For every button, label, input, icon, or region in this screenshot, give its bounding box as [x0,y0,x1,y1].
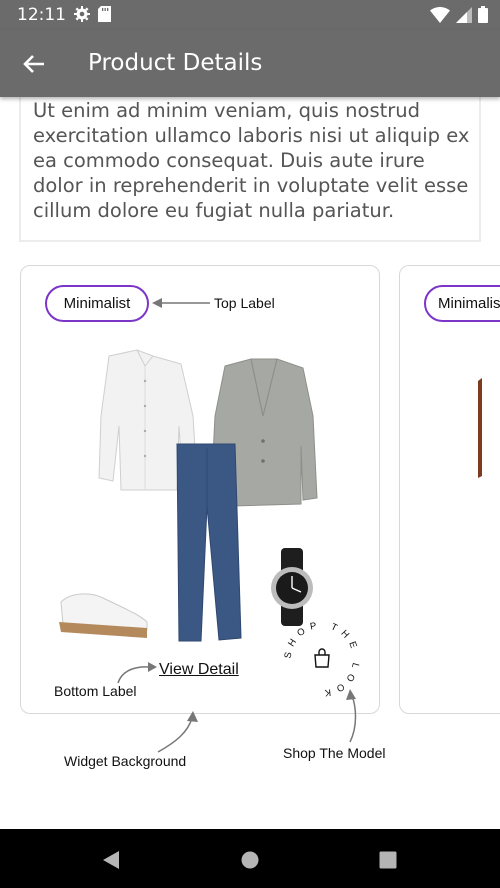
triangle-back-icon [103,851,119,869]
status-bar: 12:11 [0,0,500,30]
app-bar: Product Details [0,30,500,97]
sd-card-icon [98,6,111,22]
arrow-left-icon [23,55,44,73]
circle-home-icon [241,851,259,869]
signal-icon [456,6,472,23]
annotation-top-label: Top Label [214,295,275,311]
page-title: Product Details [88,50,263,76]
widget-background-arrow [157,711,198,753]
shop-the-look-text: SHOP THE LOOK [283,620,356,699]
white-sneaker-image [59,593,148,638]
view-detail-link[interactable]: View Detail [159,661,239,679]
battery-icon [478,6,488,23]
status-time: 12:11 [17,5,66,25]
widget-card[interactable]: Minimalist [399,265,500,714]
navigation-bar [0,829,500,888]
outfit-image [478,378,482,478]
description-text: Ut enim ad minim veniam, quis nostrud ex… [33,99,470,222]
shop-the-look-badge: SHOP THE LOOK [283,620,362,699]
annotation-shop-the-model: Shop The Model [283,745,386,761]
nav-home-button[interactable] [238,848,262,872]
shopping-bag-icon [314,648,330,668]
annotation-widget-background: Widget Background [64,753,187,769]
back-button[interactable] [18,48,50,80]
nav-recents-button[interactable] [376,848,400,872]
navy-trousers-image [176,443,242,642]
settings-icon [74,6,90,22]
svg-text:SHOP THE LOOK: SHOP THE LOOK [283,620,362,699]
shop-the-look-button[interactable]: SHOP THE LOOK [281,618,363,700]
annotation-bottom-label: Bottom Label [54,683,137,699]
status-right-icons [430,6,488,23]
status-left-icons [74,6,111,22]
square-recents-icon [379,851,397,869]
nav-back-button[interactable] [99,848,123,872]
screen: 12:11 Ut enim ad minim veniam, quis nost… [0,0,500,888]
wifi-icon [430,6,450,23]
wristwatch-image [271,548,313,626]
